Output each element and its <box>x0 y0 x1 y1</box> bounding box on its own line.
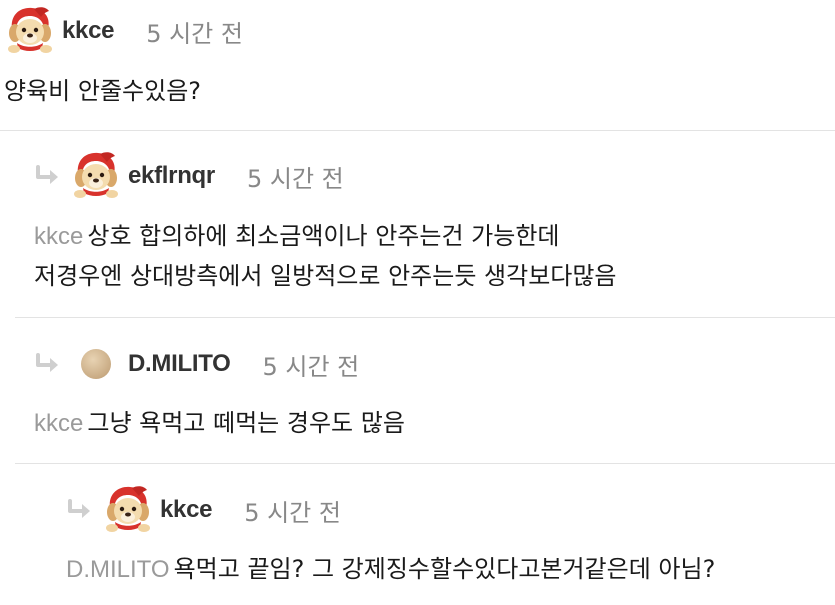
comment-text: 양육비 안줄수있음? <box>4 77 202 105</box>
dog-red-hood-icon[interactable] <box>4 5 56 57</box>
timestamp: 5 시간 전 <box>246 164 344 193</box>
comment-text-line: kkce 그냥 욕먹고 떼먹는 경우도 많음 <box>34 404 405 443</box>
comment-header: ekflrnqr 5 시간 전 <box>34 148 344 204</box>
mention-link[interactable]: D.MILITO <box>66 556 170 583</box>
username[interactable]: D.MILITO <box>128 350 231 378</box>
username[interactable]: ekflrnqr <box>128 162 215 190</box>
comment-text-line-2: 저경우엔 상대방측에서 일방적으로 안주는듯 생각보다많음 <box>34 262 617 290</box>
comment-header: kkce 5 시간 전 <box>66 482 341 538</box>
username[interactable]: kkce <box>160 496 213 524</box>
mention-link[interactable]: kkce <box>34 223 83 250</box>
comment-text-line-1: kkce 상호 합의하에 최소금액이나 안주는건 가능한데 <box>34 217 559 256</box>
dog-red-hood-icon[interactable] <box>102 484 154 536</box>
timestamp: 5 시간 전 <box>146 19 243 48</box>
comment-text: 욕먹고 끝임? 그 강제징수할수있다고본거같은데 아님? <box>173 555 716 583</box>
mention-link[interactable]: kkce <box>34 410 83 437</box>
reply-arrow-icon <box>34 165 62 187</box>
reply-arrow-icon <box>66 499 94 521</box>
comment-header: kkce 5 시간 전 <box>4 3 243 59</box>
divider <box>0 130 835 131</box>
reply-arrow-icon <box>34 353 62 375</box>
comment-text: 그냥 욕먹고 떼먹는 경우도 많음 <box>87 409 405 437</box>
timestamp: 5 시간 전 <box>262 352 360 381</box>
divider <box>15 317 835 318</box>
divider <box>15 463 835 464</box>
dog-red-hood-icon[interactable] <box>70 150 122 202</box>
timestamp: 5 시간 전 <box>244 498 341 527</box>
comment-text-line: D.MILITO 욕먹고 끝임? 그 강제징수할수있다고본거같은데 아님? <box>66 550 715 589</box>
username[interactable]: kkce <box>62 17 115 45</box>
comment-text: 상호 합의하에 최소금액이나 안주는건 가능한데 <box>87 222 560 250</box>
round-avatar-icon[interactable] <box>81 349 111 379</box>
comment-header: D.MILITO 5 시간 전 <box>34 336 359 392</box>
